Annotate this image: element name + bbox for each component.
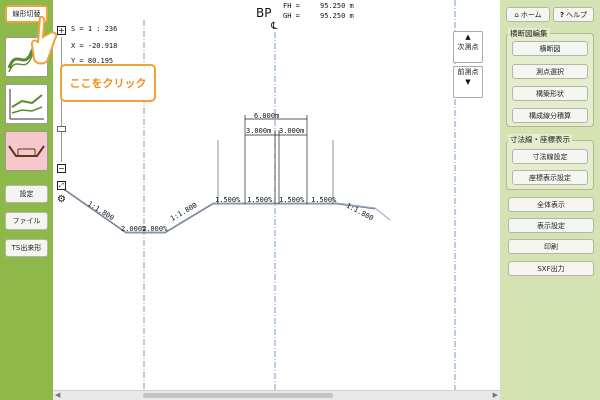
profile-view-icon — [9, 89, 44, 120]
drawing-canvas[interactable]: + − ⤢ ⚙ S = 1 : 236 X = -20.918 Y = 80.1… — [53, 0, 500, 390]
cross-section-button[interactable]: 横断図 — [512, 41, 588, 56]
right-panel: ⌂ ホーム ? ヘルプ 横断図編集 横断図 測点選択 構築形状 構成線分積算 寸… — [500, 0, 600, 400]
show-all-button[interactable]: 全体表示 — [508, 197, 594, 212]
ts-as-built-button[interactable]: TS出来形 — [5, 239, 48, 257]
triangle-down-icon: ▼ — [465, 78, 471, 86]
zoom-out-button[interactable]: − — [57, 164, 66, 173]
gh-label: GH = — [283, 12, 300, 20]
slope-label: 1.500% — [279, 196, 305, 204]
scale-text: S = 1 : 236 — [71, 25, 118, 33]
slope-label: 1.500% — [311, 196, 337, 204]
station-select-button[interactable]: 測点選択 — [512, 64, 588, 79]
fh-label: FH = — [283, 2, 300, 10]
profile-view-tool[interactable] — [5, 84, 48, 124]
dimension-line-settings-button[interactable]: 寸法線設定 — [512, 149, 588, 164]
print-button[interactable]: 印刷 — [508, 239, 594, 254]
station-label: BP — [256, 6, 272, 20]
gear-icon[interactable]: ⚙ — [57, 195, 66, 205]
instruction-callout: ここをクリック — [60, 64, 156, 102]
fh-value: 95.250 m — [320, 2, 354, 10]
gh-value: 95.250 m — [320, 12, 354, 20]
cross-section-icon — [8, 145, 45, 157]
help-icon: ? — [559, 10, 565, 19]
fit-view-icon[interactable]: ⤢ — [57, 181, 66, 190]
coordinate-display-settings-button[interactable]: 座標表示設定 — [512, 170, 588, 185]
help-button[interactable]: ? ヘルプ — [553, 7, 594, 22]
dimension-right-label: 3.000m — [279, 127, 305, 135]
structure-shape-button[interactable]: 構築形状 — [512, 86, 588, 101]
zoom-slider-thumb[interactable] — [57, 126, 66, 132]
previous-point-label: 前測点 — [457, 68, 479, 76]
dimension-total-label: 6.000m — [254, 112, 280, 120]
pointing-hand-icon — [30, 15, 58, 65]
previous-point-button[interactable]: 前測点 ▼ — [453, 66, 483, 98]
display-settings-button[interactable]: 表示設定 — [508, 218, 594, 233]
dimension-display-title: 寸法線・座標表示 — [508, 134, 572, 145]
home-button-label: ホーム — [520, 10, 542, 19]
x-coordinate-text: X = -20.918 — [71, 42, 118, 50]
ground-profile — [62, 187, 391, 233]
component-line-calc-button[interactable]: 構成線分積算 — [512, 108, 588, 123]
slope-label: 1.500% — [247, 196, 273, 204]
horizontal-scrollbar[interactable]: ◀ ▶ — [53, 390, 500, 400]
slope-label: 1.500% — [215, 196, 241, 204]
sxf-export-button[interactable]: SXF出力 — [508, 261, 594, 276]
section-edit-title: 横断図編集 — [508, 28, 550, 39]
cross-section-drawing — [62, 0, 456, 390]
slope-label: 2.000% — [142, 225, 168, 233]
next-point-label: 次測点 — [457, 43, 479, 51]
scroll-right-icon[interactable]: ▶ — [493, 391, 498, 400]
dimension-left-label: 3.000m — [246, 127, 272, 135]
cross-section-tool[interactable] — [5, 131, 48, 171]
triangle-up-icon: ▲ — [465, 33, 471, 41]
home-icon: ⌂ — [514, 10, 519, 19]
next-point-button[interactable]: ▲ 次測点 — [453, 31, 483, 63]
help-button-label: ヘルプ — [566, 10, 588, 19]
centerline-symbol: ℄ — [271, 21, 278, 32]
settings-button[interactable]: 設定 — [5, 185, 48, 203]
scrollbar-thumb[interactable] — [143, 393, 333, 398]
file-button[interactable]: ファイル — [5, 212, 48, 230]
scroll-left-icon[interactable]: ◀ — [55, 391, 60, 400]
home-button[interactable]: ⌂ ホーム — [506, 7, 550, 22]
